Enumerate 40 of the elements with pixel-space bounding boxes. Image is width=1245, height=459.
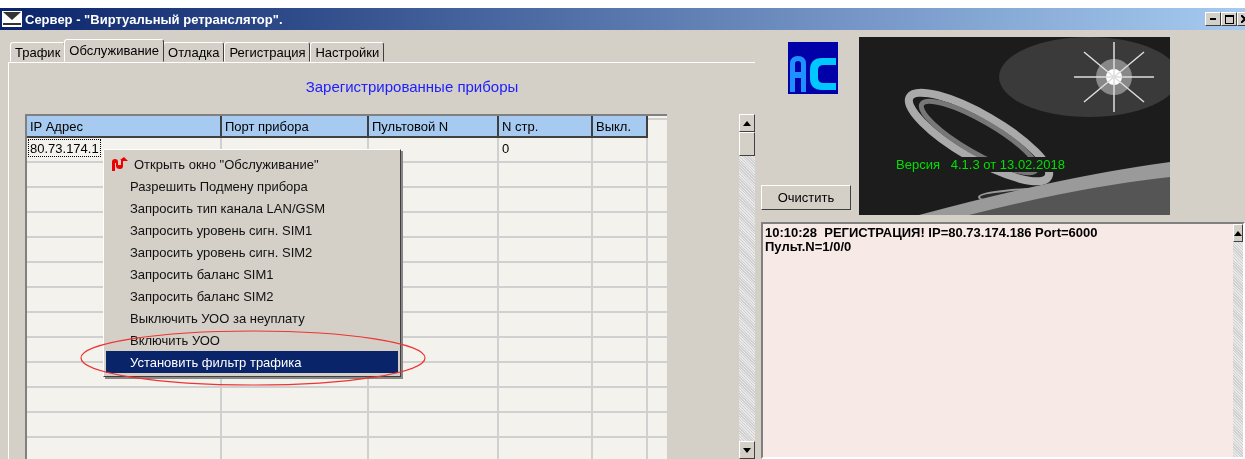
- column-header[interactable]: N стр.: [499, 116, 593, 138]
- column-header[interactable]: IP Адрес: [27, 116, 222, 138]
- menu-item[interactable]: Запросить баланс SIM2: [106, 285, 398, 307]
- scroll-up-icon: [1234, 230, 1242, 236]
- menu-item[interactable]: Открыть окно "Обслуживание": [106, 153, 398, 175]
- menu-item[interactable]: Выключить УОО за неуплату: [106, 307, 398, 329]
- minimize-icon: [1210, 18, 1216, 20]
- tab[interactable]: Настройки: [310, 42, 385, 62]
- menu-item[interactable]: Включить УОО: [106, 329, 398, 351]
- menu-item[interactable]: Разрешить Подмену прибора: [106, 175, 398, 197]
- version-label: Версия 4.1.3 от 13.02.2018: [894, 157, 1067, 172]
- tab[interactable]: Трафик: [10, 42, 66, 62]
- table-cell: 80.73.174.1: [29, 140, 100, 156]
- column-header[interactable]: Порт прибора: [222, 116, 369, 138]
- tab[interactable]: Обслуживание: [64, 39, 165, 62]
- maximize-button[interactable]: [1221, 12, 1237, 26]
- menu-item[interactable]: Запросить уровень сигн. SIM2: [106, 241, 398, 263]
- section-heading: Зарегистрированные приборы: [304, 77, 520, 97]
- column-header[interactable]: Пультовой N: [369, 116, 499, 138]
- minimize-button[interactable]: [1205, 12, 1221, 26]
- clear-button[interactable]: Очистить: [761, 185, 851, 210]
- menu-item[interactable]: Запросить уровень сигн. SIM1: [106, 219, 398, 241]
- menu-item[interactable]: Запросить тип канала LAN/GSM: [106, 197, 398, 219]
- scrollbar[interactable]: [739, 114, 755, 459]
- tab[interactable]: Отладка: [163, 42, 225, 62]
- maximize-icon: [1224, 14, 1234, 24]
- scrollbar[interactable]: [1233, 224, 1243, 457]
- table-cell: 0: [501, 140, 511, 156]
- scroll-up-icon: [743, 120, 751, 126]
- menu-item[interactable]: Запросить баланс SIM1: [106, 263, 398, 285]
- tab[interactable]: Регистрация: [224, 42, 311, 62]
- logo-icon: [788, 42, 838, 94]
- log-line: Пульт.N=1/0/0: [765, 240, 852, 254]
- menu-item[interactable]: Установить фильтр трафика: [106, 351, 398, 373]
- log-line: 10:10:28 РЕГИСТРАЦИЯ! IP=80.73.174.186 Port=6000: [765, 226, 1099, 240]
- app-icon: [2, 11, 22, 27]
- column-header[interactable]: Выкл.: [593, 116, 648, 138]
- scroll-thumb[interactable]: [739, 132, 755, 156]
- window-title: Сервер - "Виртуальный ретранслятор".: [25, 11, 283, 27]
- scroll-down-icon: [743, 447, 751, 453]
